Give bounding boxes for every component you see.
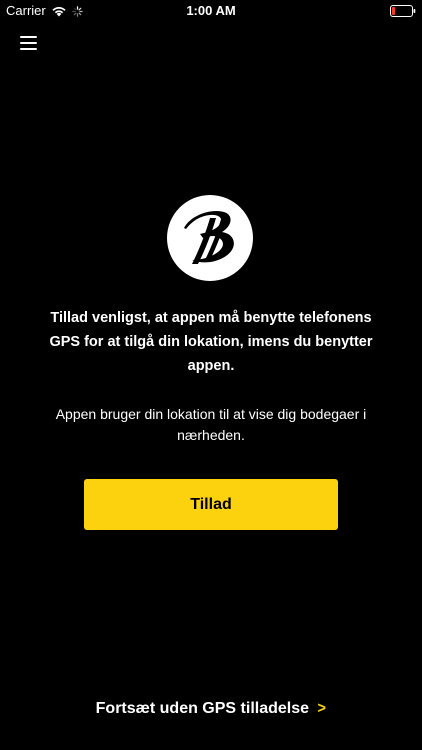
status-time: 1:00 AM	[186, 3, 236, 18]
continue-without-gps-label: Fortsæt uden GPS tilladelse	[95, 700, 310, 717]
menu-bar-middle	[20, 42, 37, 44]
hamburger-menu-icon[interactable]	[14, 30, 44, 56]
status-bar: Carrier 1:00 AM	[0, 0, 422, 22]
permission-headline: Tillad venligst, at appen må benytte tel…	[49, 310, 373, 374]
permission-description: Appen bruger din lokation til at vise di…	[55, 406, 367, 443]
continue-without-gps-link[interactable]: Fortsæt uden GPS tilladelse >	[0, 700, 422, 718]
menu-bar-top	[20, 36, 37, 38]
menu-bar-bottom	[20, 48, 37, 50]
chevron-right-icon: >	[317, 700, 326, 717]
brand-logo-b-icon	[166, 194, 254, 282]
allow-button[interactable]: Tillad	[84, 479, 338, 530]
battery-icon	[390, 5, 416, 17]
status-bar-right	[390, 0, 416, 22]
